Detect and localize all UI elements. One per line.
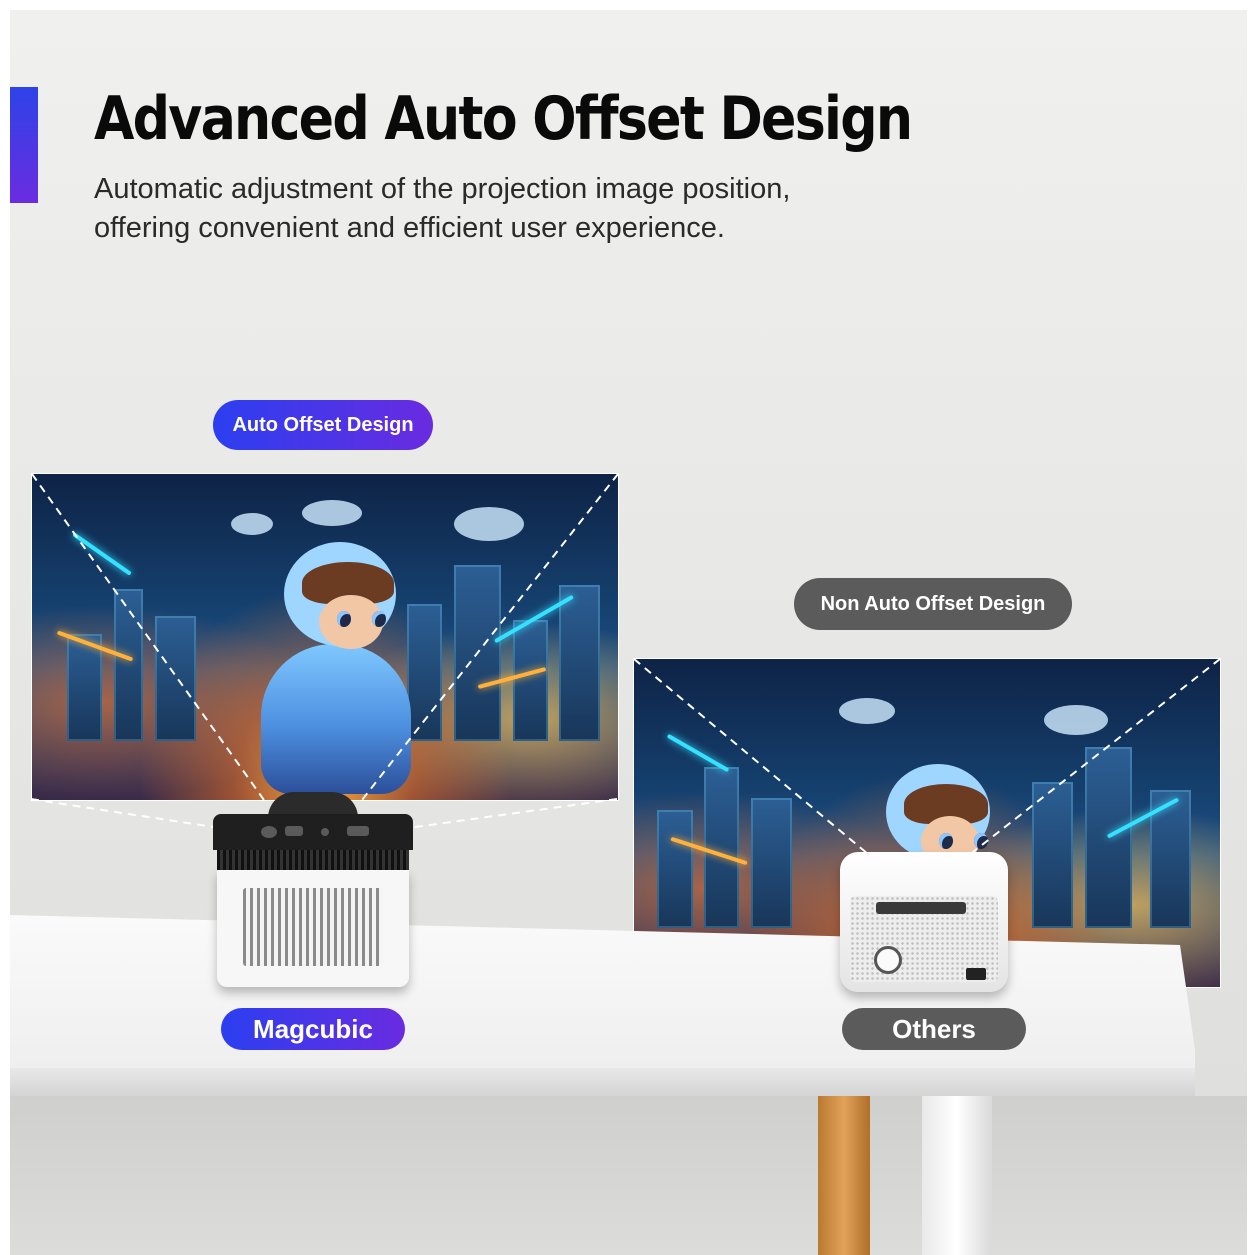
hdmi-port-icon xyxy=(347,826,369,836)
usb-port-icon xyxy=(285,826,303,836)
power-button-icon xyxy=(874,946,902,974)
infographic-frame: Advanced Auto Offset Design Automatic ad… xyxy=(10,10,1247,1255)
vent-strip xyxy=(217,850,409,870)
non-auto-offset-pill: Non Auto Offset Design xyxy=(794,578,1072,630)
floor-shadow xyxy=(10,1096,1247,1255)
port-panel xyxy=(213,814,413,850)
port-panel xyxy=(876,902,966,914)
projector-body xyxy=(217,870,409,987)
others-label: Others xyxy=(842,1008,1026,1050)
table-leg xyxy=(818,1096,870,1255)
table-leg-bracket xyxy=(922,1096,992,1255)
table-edge xyxy=(10,1068,1195,1096)
power-socket-icon xyxy=(966,968,986,980)
magcubic-label: Magcubic xyxy=(221,1008,405,1050)
other-projector xyxy=(840,852,1008,992)
speaker-grille xyxy=(243,888,383,966)
audio-port-icon xyxy=(321,828,329,836)
power-port-icon xyxy=(261,826,277,838)
magcubic-projector xyxy=(213,792,413,987)
